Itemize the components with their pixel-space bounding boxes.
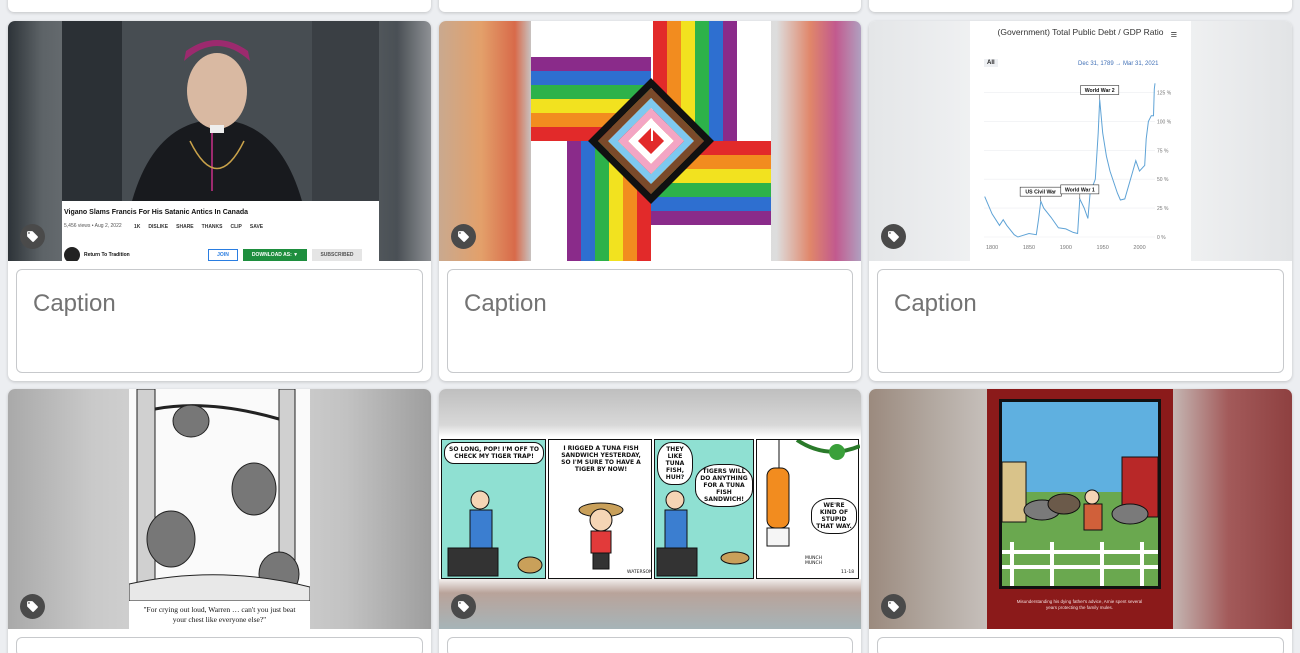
date-from: Dec 31, 1789 bbox=[1078, 61, 1114, 67]
tag-icon bbox=[458, 231, 469, 242]
tag-button[interactable] bbox=[881, 224, 906, 249]
tag-icon bbox=[888, 601, 899, 612]
tag-button[interactable] bbox=[20, 224, 45, 249]
previous-card-edge bbox=[869, 0, 1292, 12]
image-card[interactable]: SO LONG, POP! I'M OFF TO CHECK MY TIGER … bbox=[439, 389, 861, 653]
farm-scene-illustration bbox=[1001, 402, 1159, 586]
comic-panel-2: I RIGGED A TUNA FISH SANDWICH YESTERDAY,… bbox=[548, 439, 652, 579]
caption-field[interactable]: Caption bbox=[16, 269, 423, 373]
comic-panel-1: SO LONG, POP! I'M OFF TO CHECK MY TIGER … bbox=[441, 439, 546, 579]
video-actions: 1K DISLIKE SHARE THANKS CLIP SAVE bbox=[134, 224, 263, 230]
video-frame bbox=[62, 21, 379, 201]
tag-icon bbox=[888, 231, 899, 242]
date-to: Mar 31, 2021 bbox=[1123, 61, 1159, 67]
debt-chart-image: (Government) Total Public Debt / GDP Rat… bbox=[970, 21, 1191, 261]
date-mark: 11-18 bbox=[841, 570, 855, 575]
video-meta: 5,456 views • Aug 2, 2022 bbox=[64, 223, 122, 229]
calvin-illustration bbox=[578, 502, 624, 570]
image-card[interactable]: (Government) Total Public Debt / GDP Rat… bbox=[869, 21, 1292, 381]
arrow-right-icon: → bbox=[1115, 61, 1124, 67]
x-tick-label: 1900 bbox=[1060, 245, 1072, 251]
tag-button[interactable] bbox=[20, 594, 45, 619]
priest-portrait-illustration bbox=[62, 21, 379, 201]
channel-row: Return To Tradition bbox=[64, 247, 130, 261]
download-label: DOWNLOAD AS: ▼ bbox=[243, 249, 307, 261]
line-chart: 0 % 25 % 50 % 75 % 100 % 125 % 1800 1850 1900 195… bbox=[984, 83, 1172, 251]
caption-placeholder: Caption bbox=[894, 290, 977, 317]
caption-field[interactable]: Caption bbox=[447, 269, 853, 373]
framed-cartoon-image: Misunderstanding his dying father's advi… bbox=[987, 389, 1173, 629]
date-range: Dec 31, 1789 → Mar 31, 2021 bbox=[1078, 61, 1158, 67]
dislike-action: DISLIKE bbox=[148, 224, 169, 230]
card-image-area[interactable]: (Government) Total Public Debt / GDP Rat… bbox=[869, 21, 1292, 261]
card-image-area[interactable]: Vigano Slams Francis For His Satanic Ant… bbox=[8, 21, 431, 261]
dad-calvin-illustration bbox=[656, 490, 750, 577]
pride-pinwheel-illustration bbox=[531, 21, 771, 261]
image-card[interactable]: Misunderstanding his dying father's advi… bbox=[869, 389, 1292, 653]
clip-action: CLIP bbox=[230, 224, 242, 230]
y-tick-label: 25 % bbox=[1157, 206, 1169, 212]
calvin-hobbes-strip-image: SO LONG, POP! I'M OFF TO CHECK MY TIGER … bbox=[439, 439, 861, 579]
cartoon-caption: "For crying out loud, Warren … can't you… bbox=[143, 605, 296, 624]
caption-field[interactable] bbox=[447, 637, 853, 653]
caption-field[interactable] bbox=[16, 637, 423, 653]
gorilla-cartoon-illustration bbox=[129, 389, 310, 602]
range-selector: All bbox=[984, 59, 998, 67]
tag-icon bbox=[27, 601, 38, 612]
caption-field[interactable] bbox=[877, 637, 1284, 653]
comic-panel-4: WE'RE KIND OF STUPID THAT WAY. MUNCH MUN… bbox=[756, 439, 860, 579]
annotation-label: World War 2 bbox=[1085, 88, 1115, 94]
sound-effect: MUNCH MUNCH bbox=[805, 556, 823, 566]
join-label: JOIN bbox=[208, 249, 238, 261]
dad-illustration bbox=[447, 490, 543, 577]
tag-icon bbox=[458, 601, 469, 612]
caption-field[interactable]: Caption bbox=[877, 269, 1284, 373]
subscribed-label: SUBSCRIBED bbox=[312, 249, 362, 261]
thanks-action: THANKS bbox=[201, 224, 223, 230]
tag-button[interactable] bbox=[451, 224, 476, 249]
series-line bbox=[984, 83, 1156, 238]
comic-panel-3: THEY LIKE TUNA FISH, HUH? TIGERS WILL DO… bbox=[654, 439, 754, 579]
y-tick-label: 50 % bbox=[1157, 177, 1169, 183]
far-side-cartoon-image: "For crying out loud, Warren … can't you… bbox=[129, 389, 310, 629]
caption-placeholder: Caption bbox=[33, 290, 116, 317]
caption-placeholder: Caption bbox=[464, 290, 547, 317]
x-tick-label: 1800 bbox=[986, 245, 998, 251]
chart-title: (Government) Total Public Debt / GDP Rat… bbox=[997, 27, 1164, 37]
card-image-area[interactable]: Misunderstanding his dying father's advi… bbox=[869, 389, 1292, 629]
signature: WATERSON bbox=[627, 570, 653, 575]
x-tick-label: 1850 bbox=[1023, 245, 1035, 251]
annotation-label: US Civil War bbox=[1025, 190, 1056, 196]
chart-menu-icon: ≡ bbox=[1170, 29, 1177, 41]
image-card[interactable]: Vigano Slams Francis For His Satanic Ant… bbox=[8, 21, 431, 381]
tag-button[interactable] bbox=[881, 594, 906, 619]
like-count: 1K bbox=[134, 224, 141, 230]
card-image-area[interactable]: "For crying out loud, Warren … can't you… bbox=[8, 389, 431, 629]
x-tick-label: 2000 bbox=[1133, 245, 1145, 251]
card-image-area[interactable] bbox=[439, 21, 861, 261]
y-tick-label: 0 % bbox=[1157, 235, 1166, 241]
annotation-label: World War 1 bbox=[1065, 187, 1095, 193]
save-action: SAVE bbox=[249, 224, 264, 230]
share-action: SHARE bbox=[176, 224, 194, 230]
speech-bubble: WE'RE KIND OF STUPID THAT WAY. bbox=[811, 498, 857, 534]
y-tick-label: 75 % bbox=[1157, 148, 1169, 154]
youtube-screenshot-image: Vigano Slams Francis For His Satanic Ant… bbox=[62, 21, 379, 261]
previous-card-edge bbox=[8, 0, 431, 12]
pride-flag-art-image bbox=[531, 21, 771, 261]
tag-icon bbox=[27, 231, 38, 242]
channel-avatar bbox=[64, 247, 80, 261]
card-image-area[interactable]: SO LONG, POP! I'M OFF TO CHECK MY TIGER … bbox=[439, 389, 861, 629]
tag-button[interactable] bbox=[451, 594, 476, 619]
y-tick-label: 100 % bbox=[1157, 119, 1172, 125]
image-card[interactable]: "For crying out loud, Warren … can't you… bbox=[8, 389, 431, 653]
x-tick-label: 1950 bbox=[1097, 245, 1109, 251]
cartoon-caption: Misunderstanding his dying father's advi… bbox=[1016, 599, 1143, 610]
video-title: Vigano Slams Francis For His Satanic Ant… bbox=[64, 209, 248, 216]
y-tick-label: 125 % bbox=[1157, 91, 1172, 97]
channel-name: Return To Tradition bbox=[84, 252, 130, 258]
image-card[interactable]: Caption bbox=[439, 21, 861, 381]
previous-card-edge bbox=[439, 0, 861, 12]
